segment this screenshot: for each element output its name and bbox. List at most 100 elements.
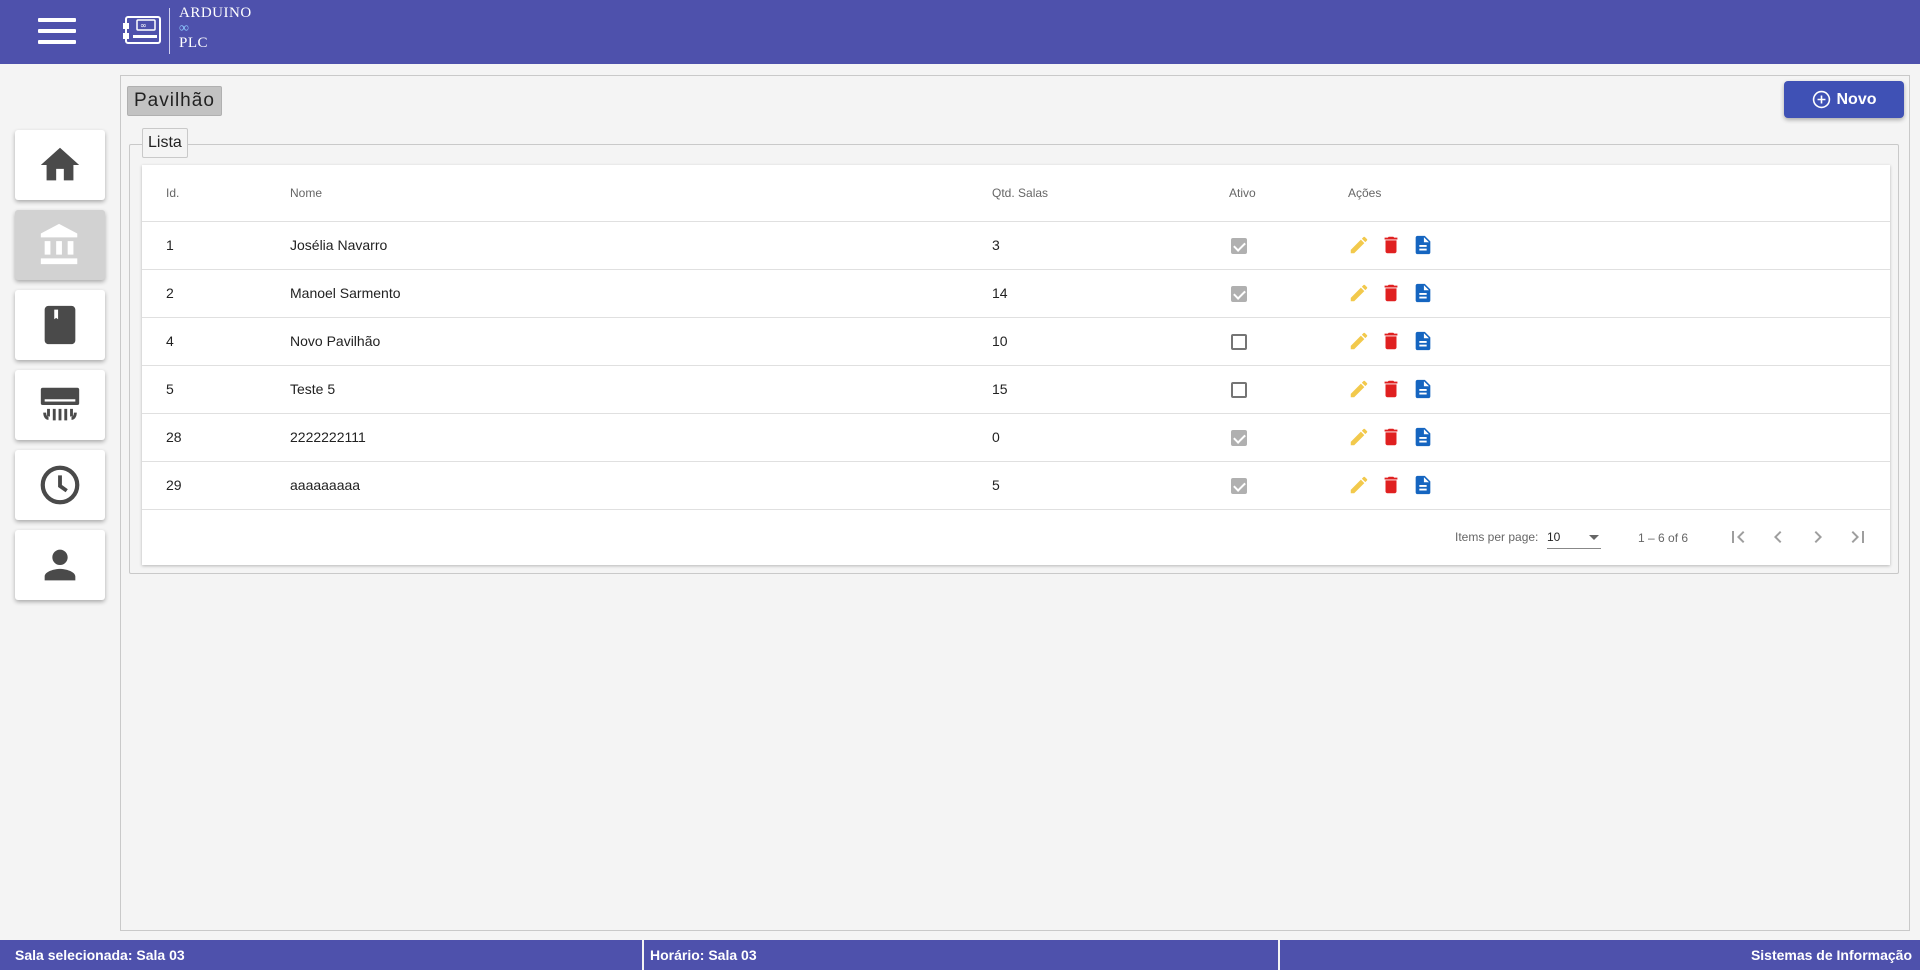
document-icon[interactable] bbox=[1412, 234, 1434, 256]
cell-ativo bbox=[1229, 221, 1348, 270]
dropdown-arrow-icon bbox=[1589, 535, 1599, 540]
cell-nome: Teste 5 bbox=[290, 365, 992, 414]
ativo-checkbox[interactable] bbox=[1231, 381, 1247, 398]
column-header-ativo: Ativo bbox=[1229, 165, 1348, 222]
cell-acoes bbox=[1348, 365, 1890, 414]
top-app-bar: ∞ ARDUINO ∞ PLC bbox=[0, 0, 1920, 64]
page-title: Pavilhão bbox=[127, 86, 222, 116]
sidebar-item-user[interactable] bbox=[15, 530, 105, 600]
cell-id: 29 bbox=[142, 461, 290, 510]
table-row: 5 Teste 5 15 bbox=[142, 365, 1890, 414]
column-header-id: Id. bbox=[142, 165, 290, 222]
menu-icon[interactable] bbox=[38, 18, 76, 46]
cell-ativo bbox=[1229, 413, 1348, 462]
air-conditioner-icon bbox=[40, 387, 80, 421]
document-icon[interactable] bbox=[1412, 426, 1434, 448]
cell-id: 2 bbox=[142, 269, 290, 318]
first-page-button[interactable] bbox=[1726, 525, 1750, 549]
ativo-checkbox[interactable] bbox=[1231, 237, 1247, 254]
sidebar-item-home[interactable] bbox=[15, 130, 105, 200]
delete-icon[interactable] bbox=[1380, 234, 1402, 256]
cell-qtd: 10 bbox=[992, 317, 1229, 366]
table-row: 29 aaaaaaaaa 5 bbox=[142, 461, 1890, 510]
column-header-qtd: Qtd. Salas bbox=[992, 165, 1229, 222]
delete-icon[interactable] bbox=[1380, 378, 1402, 400]
cell-qtd: 3 bbox=[992, 221, 1229, 270]
logo-line-3: PLC bbox=[179, 35, 209, 51]
table-row: 1 Josélia Navarro 3 bbox=[142, 221, 1890, 270]
document-icon[interactable] bbox=[1412, 378, 1434, 400]
last-page-button[interactable] bbox=[1846, 525, 1870, 549]
cell-qtd: 14 bbox=[992, 269, 1229, 318]
logo-line-2: ∞ bbox=[179, 21, 190, 36]
chevron-right-icon bbox=[1814, 531, 1822, 543]
edit-icon[interactable] bbox=[1348, 378, 1370, 400]
delete-icon[interactable] bbox=[1380, 474, 1402, 496]
cell-nome: Manoel Sarmento bbox=[290, 269, 992, 318]
previous-page-button[interactable] bbox=[1766, 525, 1790, 549]
cell-nome: aaaaaaaaa bbox=[290, 461, 992, 510]
cell-acoes bbox=[1348, 269, 1890, 318]
cell-acoes bbox=[1348, 221, 1890, 270]
document-icon[interactable] bbox=[1412, 330, 1434, 352]
delete-icon[interactable] bbox=[1380, 330, 1402, 352]
add-circle-icon bbox=[1812, 90, 1830, 109]
ativo-checkbox[interactable] bbox=[1231, 333, 1247, 350]
cell-id: 4 bbox=[142, 317, 290, 366]
delete-icon[interactable] bbox=[1380, 282, 1402, 304]
sidebar-item-book[interactable] bbox=[15, 290, 105, 360]
svg-text:∞: ∞ bbox=[140, 21, 147, 30]
ativo-checkbox[interactable] bbox=[1231, 285, 1247, 302]
edit-icon[interactable] bbox=[1348, 282, 1370, 304]
status-schedule: Horário: Sala 03 bbox=[650, 947, 757, 963]
last-page-icon bbox=[1851, 531, 1864, 543]
document-icon[interactable] bbox=[1412, 474, 1434, 496]
status-footer: Sistemas de Informação bbox=[1750, 947, 1912, 963]
cell-acoes bbox=[1348, 317, 1890, 366]
data-table: Id. Nome Qtd. Salas Ativo Ações 1 Joséli… bbox=[142, 165, 1890, 510]
column-header-nome: Nome bbox=[290, 165, 992, 222]
page-size-value: 10 bbox=[1547, 530, 1561, 544]
cell-nome: Novo Pavilhão bbox=[290, 317, 992, 366]
edit-icon[interactable] bbox=[1348, 330, 1370, 352]
paginator: Items per page: 10 1 – 6 of 6 bbox=[142, 509, 1890, 565]
sidebar-item-pavilhao[interactable] bbox=[15, 210, 105, 280]
sidebar-item-air-conditioner[interactable] bbox=[15, 370, 105, 440]
cell-nome: 2222222111 bbox=[290, 413, 992, 462]
cell-ativo bbox=[1229, 461, 1348, 510]
arduino-board-icon: ∞ bbox=[123, 16, 161, 44]
cell-nome: Josélia Navarro bbox=[290, 221, 992, 270]
main-panel: Pavilhão Novo Lista Id. Nome Qtd. Salas … bbox=[120, 75, 1910, 931]
cell-acoes bbox=[1348, 413, 1890, 462]
page-size-select[interactable]: 10 bbox=[1547, 525, 1601, 549]
next-page-button[interactable] bbox=[1806, 525, 1830, 549]
cell-id: 1 bbox=[142, 221, 290, 270]
status-bar: Sala selecionada: Sala 03 Horário: Sala … bbox=[0, 940, 1920, 970]
list-section: Lista Id. Nome Qtd. Salas Ativo Ações 1 … bbox=[129, 128, 1899, 574]
page-range: 1 – 6 of 6 bbox=[1638, 531, 1689, 545]
table-card: Id. Nome Qtd. Salas Ativo Ações 1 Joséli… bbox=[142, 165, 1890, 565]
edit-icon[interactable] bbox=[1348, 234, 1370, 256]
new-button[interactable]: Novo bbox=[1784, 81, 1904, 118]
table-row: 4 Novo Pavilhão 10 bbox=[142, 317, 1890, 366]
document-icon[interactable] bbox=[1412, 282, 1434, 304]
table-row: 28 2222222111 0 bbox=[142, 413, 1890, 462]
logo-line-1: ARDUINO bbox=[179, 5, 252, 21]
items-per-page-label: Items per page: bbox=[1455, 530, 1539, 544]
chevron-left-icon bbox=[1774, 531, 1782, 543]
edit-icon[interactable] bbox=[1348, 426, 1370, 448]
delete-icon[interactable] bbox=[1380, 426, 1402, 448]
building-icon bbox=[40, 223, 78, 265]
column-header-acoes: Ações bbox=[1348, 165, 1890, 222]
cell-qtd: 5 bbox=[992, 461, 1229, 510]
status-selected-room: Sala selecionada: Sala 03 bbox=[15, 947, 185, 963]
sidebar-item-horario[interactable] bbox=[15, 450, 105, 520]
cell-ativo bbox=[1229, 365, 1348, 414]
cell-ativo bbox=[1229, 269, 1348, 318]
cell-acoes bbox=[1348, 461, 1890, 510]
ativo-checkbox[interactable] bbox=[1231, 429, 1247, 446]
edit-icon[interactable] bbox=[1348, 474, 1370, 496]
clock-icon bbox=[40, 465, 80, 505]
ativo-checkbox[interactable] bbox=[1231, 477, 1247, 494]
section-legend: Lista bbox=[142, 128, 188, 158]
